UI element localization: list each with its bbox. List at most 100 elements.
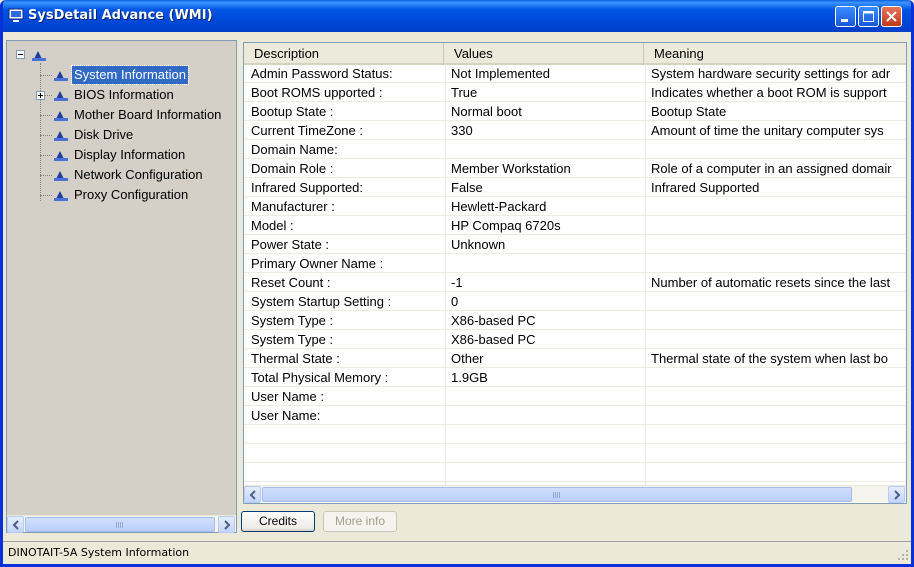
tree-node-icon: [54, 151, 68, 161]
table-row[interactable]: [244, 425, 906, 444]
table-row[interactable]: Primary Owner Name :: [244, 254, 906, 273]
table-row[interactable]: System Type : X86-based PC: [244, 330, 906, 349]
cell-description: [251, 463, 445, 482]
cell-description: Primary Owner Name :: [251, 256, 384, 271]
table-row[interactable]: Domain Name:: [244, 140, 906, 159]
tree-scroll-thumb[interactable]: [25, 517, 215, 532]
cell-description: User Name :: [251, 389, 324, 404]
tree-node-icon: [54, 111, 68, 121]
cell-value: True: [451, 85, 478, 100]
resize-grip-icon[interactable]: [897, 549, 909, 561]
title-bar[interactable]: SysDetail Advance (WMI): [3, 0, 911, 32]
tree-scroll-left-button[interactable]: [7, 516, 24, 533]
cell-value: Normal boot: [451, 104, 522, 119]
cell-value: Member Workstation: [451, 161, 571, 176]
table-row[interactable]: Domain Role : Member Workstation Role of…: [244, 159, 906, 178]
table-row[interactable]: User Name:: [244, 406, 906, 425]
cell-meaning: [651, 425, 906, 444]
cell-value: [451, 140, 645, 159]
tree-item-label: Display Information: [74, 147, 186, 162]
tree-node-icon: [54, 71, 68, 81]
column-header-meaning[interactable]: Meaning: [644, 43, 906, 65]
cell-meaning: Infrared Supported: [651, 180, 760, 195]
cell-description: [251, 444, 445, 463]
cell-value: Not Implemented: [451, 66, 550, 81]
cell-value: X86-based PC: [451, 332, 536, 347]
table-row[interactable]: Thermal State : Other Thermal state of t…: [244, 349, 906, 368]
cell-value: [451, 425, 645, 444]
cell-description: Infrared Supported:: [251, 180, 364, 195]
cell-meaning: Amount of time the unitary computer sys: [651, 123, 884, 138]
credits-button[interactable]: Credits: [241, 511, 315, 532]
cell-description: Admin Password Status:: [251, 66, 393, 81]
cell-meaning: [651, 235, 906, 254]
list-horizontal-scrollbar[interactable]: [244, 485, 906, 503]
cell-meaning: [651, 292, 906, 311]
close-icon: [886, 11, 897, 22]
cell-description: Manufacturer :: [251, 199, 335, 214]
cell-value: [451, 444, 645, 463]
list-scroll-thumb[interactable]: [262, 487, 852, 502]
table-row[interactable]: Manufacturer : Hewlett-Packard: [244, 197, 906, 216]
tree-node-icon: [54, 131, 68, 141]
cell-description: [251, 425, 445, 444]
tree-item-label: Mother Board Information: [74, 107, 222, 122]
table-row[interactable]: Boot ROMS upported : True Indicates whet…: [244, 83, 906, 102]
table-row[interactable]: Infrared Supported: False Infrared Suppo…: [244, 178, 906, 197]
cell-value: [451, 254, 645, 273]
cell-description: Bootup State :: [251, 104, 334, 119]
table-row[interactable]: Bootup State : Normal boot Bootup State: [244, 102, 906, 121]
close-button[interactable]: [881, 6, 902, 27]
cell-meaning: [651, 140, 906, 159]
navigation-tree[interactable]: System Information BIOS Information Moth…: [6, 40, 237, 533]
chevron-left-icon: [12, 520, 19, 530]
minimize-button[interactable]: [835, 6, 856, 27]
more-info-button[interactable]: More info: [323, 511, 397, 532]
cell-description: Domain Role :: [251, 161, 334, 176]
table-row[interactable]: [244, 444, 906, 463]
table-row[interactable]: Power State : Unknown: [244, 235, 906, 254]
status-bar: DINOTAIT-5A System Information: [3, 541, 911, 563]
cell-meaning: Role of a computer in an assigned domair: [651, 161, 892, 176]
cell-meaning: [651, 216, 906, 235]
table-row[interactable]: Model : HP Compaq 6720s: [244, 216, 906, 235]
cell-value: Hewlett-Packard: [451, 199, 547, 214]
table-row[interactable]: User Name :: [244, 387, 906, 406]
table-row[interactable]: System Type : X86-based PC: [244, 311, 906, 330]
cell-value: [451, 387, 645, 406]
table-row[interactable]: [244, 463, 906, 482]
table-row[interactable]: Total Physical Memory : 1.9GB: [244, 368, 906, 387]
cell-description: User Name:: [251, 408, 321, 423]
table-row[interactable]: System Startup Setting : 0: [244, 292, 906, 311]
cell-description: Power State :: [251, 237, 330, 252]
tree-node-icon: [54, 191, 68, 201]
status-text: DINOTAIT-5A System Information: [8, 546, 190, 559]
cell-meaning: [651, 311, 906, 330]
cell-value: 0: [451, 294, 459, 309]
tree-item-label: Disk Drive: [74, 127, 134, 142]
tree-root-collapse-icon[interactable]: [16, 50, 25, 59]
cell-description: Thermal State :: [251, 351, 340, 366]
table-row[interactable]: Reset Count : -1 Number of automatic res…: [244, 273, 906, 292]
tree-expand-icon[interactable]: [36, 91, 45, 100]
cell-meaning: Indicates whether a boot ROM is support: [651, 85, 887, 100]
cell-description: Domain Name:: [251, 142, 338, 157]
list-scroll-right-button[interactable]: [888, 486, 905, 503]
column-header-values[interactable]: Values: [444, 43, 644, 65]
column-header-description[interactable]: Description: [244, 43, 444, 65]
tree-root-node-icon: [32, 51, 46, 61]
table-row[interactable]: Admin Password Status: Not Implemented S…: [244, 64, 906, 83]
cell-meaning: Bootup State: [651, 104, 727, 119]
list-scroll-left-button[interactable]: [244, 486, 261, 503]
table-body: Admin Password Status: Not Implemented S…: [244, 64, 906, 482]
cell-value: [451, 406, 645, 425]
cell-value: Unknown: [451, 237, 506, 252]
table-row[interactable]: Current TimeZone : 330 Amount of time th…: [244, 121, 906, 140]
cell-meaning: System hardware security settings for ad…: [651, 66, 891, 81]
tree-horizontal-scrollbar[interactable]: [7, 515, 236, 533]
maximize-button[interactable]: [858, 6, 879, 27]
cell-value: X86-based PC: [451, 313, 536, 328]
tree-scroll-right-button[interactable]: [218, 516, 235, 533]
chevron-left-icon: [249, 490, 256, 500]
details-list[interactable]: Description Values Meaning Admin Passwor…: [243, 42, 907, 504]
